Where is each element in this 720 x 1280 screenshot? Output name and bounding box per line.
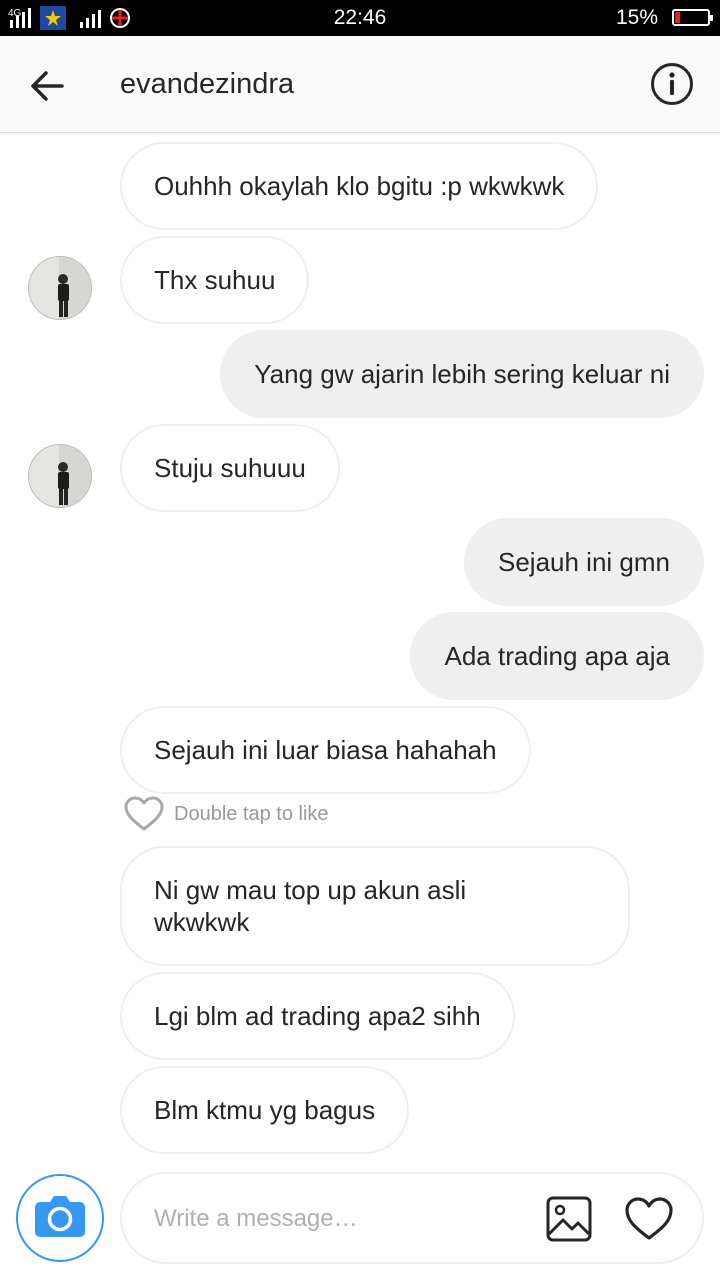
double-tap-hint: Double tap to like (174, 803, 329, 825)
message-bubble-incoming[interactable]: Thx suhuu (120, 236, 310, 324)
status-bar: 4G 22:46 15% (0, 0, 720, 36)
message-input-container[interactable] (120, 1172, 704, 1264)
avatar[interactable] (28, 444, 92, 508)
chat-header: evandezindra (0, 36, 720, 133)
message-bubble-outgoing[interactable]: Ada trading apa aja (410, 612, 704, 700)
camera-icon (35, 1196, 85, 1237)
message-bubble-incoming[interactable]: Ni gw mau top up akun asli wkwkwk (120, 846, 630, 966)
avatar-photo (29, 445, 91, 507)
message-bubble-incoming[interactable]: Stuju suhuuu (120, 424, 340, 512)
chat-username[interactable]: evandezindra (120, 68, 294, 101)
info-icon[interactable] (650, 62, 694, 106)
gallery-icon[interactable] (546, 1196, 592, 1242)
clock: 22:46 (333, 6, 387, 29)
battery-percent: 15% (615, 6, 658, 29)
camera-button[interactable] (16, 1174, 104, 1262)
battery-icon (672, 9, 713, 26)
arrow-left-icon[interactable] (28, 66, 68, 106)
message-input[interactable] (152, 1198, 536, 1240)
message-bubble-incoming[interactable]: Sejauh ini luar biasa hahahah (120, 706, 531, 794)
message-bubble-incoming[interactable]: Lgi blm ad trading apa2 sihh (120, 972, 515, 1060)
avatar-photo (29, 257, 91, 319)
heart-icon[interactable] (624, 1196, 674, 1242)
message-composer (0, 1160, 720, 1280)
message-bubble-incoming[interactable]: Blm ktmu yg bagus (120, 1066, 410, 1154)
message-bubble-incoming[interactable]: Ouhhh okaylah klo bgitu :p wkwkwk (120, 142, 599, 230)
message-bubble-outgoing[interactable]: Yang gw ajarin lebih sering keluar ni (220, 330, 704, 418)
message-bubble-outgoing[interactable]: Sejauh ini gmn (464, 518, 704, 606)
avatar[interactable] (28, 256, 92, 320)
battery-fill (675, 12, 681, 23)
heart-outline-icon[interactable] (124, 796, 164, 832)
